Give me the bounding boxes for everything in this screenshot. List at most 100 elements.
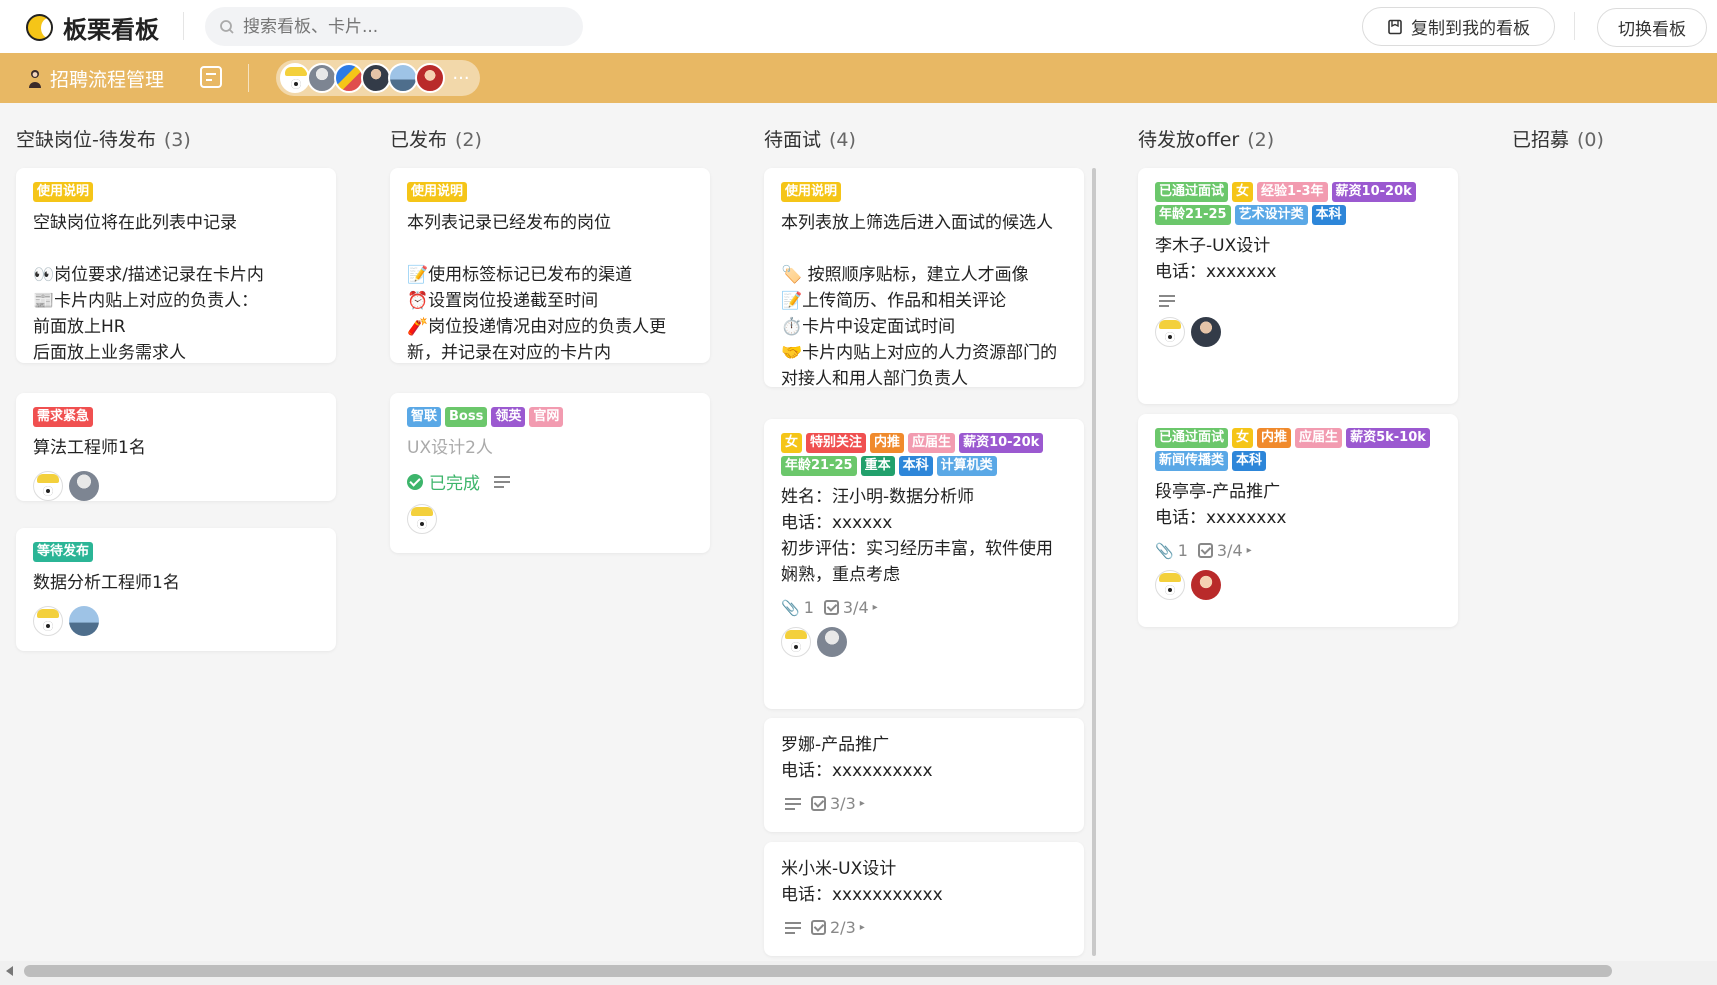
search-input[interactable]	[243, 16, 543, 37]
card[interactable]: 使用说明 空缺岗位将在此列表中记录 👀岗位要求/描述记录在卡片内 📰卡片内贴上对…	[16, 168, 336, 363]
description-icon	[494, 475, 510, 488]
assignee-avatar[interactable]	[817, 627, 847, 657]
card-badges: 📎 1 3/4 ▸	[1155, 541, 1441, 560]
description-icon	[1159, 295, 1175, 307]
paperclip-icon: 📎	[1155, 541, 1174, 560]
search-box[interactable]	[205, 7, 583, 46]
tag: 已通过面试	[1155, 428, 1229, 448]
attachment-badge[interactable]: 📎 1	[1155, 541, 1188, 560]
card[interactable]: 使用说明 本列表记录已经发布的岗位 📝使用标签标记已发布的渠道 ⏰设置岗位投递截…	[390, 168, 710, 363]
assignee-avatar[interactable]	[1155, 317, 1185, 347]
app-logo[interactable]: 板栗看板	[26, 10, 159, 45]
tag: 薪资10-20k	[959, 433, 1044, 453]
list-title: 待发放offer	[1138, 129, 1240, 151]
member-avatar[interactable]	[388, 63, 418, 93]
divider	[1574, 12, 1575, 40]
tag: 艺术设计类	[1234, 205, 1308, 225]
checklist-badge[interactable]: 3/3 ▸	[811, 794, 865, 813]
tag: 内推	[870, 433, 905, 453]
checklist-badge[interactable]: 3/4 ▸	[823, 598, 878, 617]
assignee-avatar[interactable]	[69, 471, 99, 501]
horizontal-scrollbar-thumb[interactable]	[24, 965, 1612, 977]
copy-button-label: 复制到我的看板	[1411, 19, 1530, 39]
caret-right-icon: ▸	[1246, 545, 1252, 556]
assignee-avatar[interactable]	[33, 471, 63, 501]
card[interactable]: 等待发布 数据分析工程师1名	[16, 528, 336, 651]
board-title[interactable]: 招聘流程管理	[28, 65, 164, 92]
divider	[183, 12, 184, 40]
check-circle-icon	[407, 473, 423, 490]
member-avatar[interactable]	[280, 63, 310, 93]
assignee-avatar[interactable]	[407, 504, 437, 534]
tag: 智联	[407, 407, 442, 427]
list-count: (3)	[163, 129, 191, 151]
assignee-avatar[interactable]	[1155, 570, 1185, 600]
card[interactable]: 罗娜-产品推广 电话：xxxxxxxxxx 3/3 ▸	[764, 718, 1084, 832]
card[interactable]: 已通过面试 女 经验1-3年 薪资10-20k 年龄21-25 艺术设计类 本科…	[1138, 168, 1458, 404]
app-name: 板栗看板	[63, 16, 159, 44]
checklist-icon	[811, 796, 826, 811]
card-badges	[1155, 295, 1441, 307]
card-text: UX设计2人	[407, 438, 493, 458]
card[interactable]: 使用说明 本列表放上筛选后进入面试的候选人 🏷️ 按照顺序贴标，建立人才画像 📝…	[764, 168, 1084, 389]
list-title: 已发布	[390, 129, 448, 151]
board-description-icon[interactable]	[200, 66, 222, 88]
board-members[interactable]: ···	[276, 60, 480, 96]
tag: 年龄21-25	[781, 456, 857, 476]
list-count: (0)	[1577, 129, 1604, 151]
assignee-avatar[interactable]	[1191, 317, 1221, 347]
card[interactable]: 需求紧急 算法工程师1名	[16, 393, 336, 501]
card-text: 算法工程师1名	[33, 438, 146, 458]
checklist-icon	[811, 920, 826, 935]
list-header[interactable]: 空缺岗位-待发布 (3)	[16, 125, 191, 152]
card-text: 本列表放上筛选后进入面试的候选人 🏷️ 按照顺序贴标，建立人才画像 📝上传简历、…	[781, 213, 1058, 389]
tag: 使用说明	[781, 182, 842, 202]
assignee-avatar[interactable]	[781, 627, 811, 657]
assignee-avatar[interactable]	[33, 606, 63, 636]
card[interactable]: 米小米-UX设计 电话：xxxxxxxxxxx 2/3 ▸	[764, 842, 1084, 956]
attachment-badge[interactable]: 📎 1	[781, 598, 814, 617]
list-header[interactable]: 待面试 (4)	[764, 125, 856, 152]
caret-right-icon: ▸	[859, 922, 865, 933]
list-header[interactable]: 已发布 (2)	[390, 125, 482, 152]
more-members-icon[interactable]: ···	[446, 63, 476, 93]
tag: 女	[1232, 428, 1254, 448]
list-title: 待面试	[764, 129, 822, 151]
assignee-avatar[interactable]	[1191, 570, 1221, 600]
list-scrollbar[interactable]	[1092, 168, 1096, 956]
status-label: 已完成	[429, 474, 480, 494]
checklist-badge[interactable]: 2/3 ▸	[811, 918, 865, 937]
checklist-badge[interactable]: 3/4 ▸	[1197, 541, 1252, 560]
tag: 已通过面试	[1155, 182, 1229, 202]
tag: 领英	[491, 407, 526, 427]
assignee-avatar[interactable]	[69, 606, 99, 636]
copy-board-icon	[1388, 19, 1402, 34]
card-text: 李木子-UX设计 电话：xxxxxxx	[1155, 236, 1277, 282]
card[interactable]: 女 特别关注 内推 应届生 薪资10-20k 年龄21-25 重本 本科 计算机…	[764, 419, 1084, 709]
tag: 薪资5k-10k	[1346, 428, 1430, 448]
description-icon	[785, 921, 801, 934]
tag: 应届生	[1295, 428, 1343, 448]
member-avatar[interactable]	[415, 63, 445, 93]
card[interactable]: 智联 Boss 领英 官网 UX设计2人 已完成	[390, 393, 710, 553]
list-count: (2)	[1247, 129, 1275, 151]
card[interactable]: 已通过面试 女 内推 应届生 薪资5k-10k 新闻传播类 本科 段亭亭-产品推…	[1138, 414, 1458, 627]
list-header[interactable]: 待发放offer (2)	[1138, 125, 1274, 152]
completed-status: 已完成	[407, 469, 693, 494]
tag: 官网	[529, 407, 564, 427]
tag: 等待发布	[33, 542, 94, 562]
tag: 重本	[860, 456, 895, 476]
member-avatar[interactable]	[334, 63, 364, 93]
checklist-icon	[823, 600, 839, 615]
member-avatar[interactable]	[361, 63, 391, 93]
member-avatar[interactable]	[307, 63, 337, 93]
tag: 女	[1232, 182, 1254, 202]
card-text: 本列表记录已经发布的岗位 📝使用标签标记已发布的渠道 ⏰设置岗位投递截至时间 🧨…	[407, 213, 667, 363]
scroll-left-arrow-icon[interactable]	[6, 966, 13, 976]
list-title: 已招募	[1512, 129, 1570, 151]
list-header[interactable]: 已招募 (0)	[1512, 125, 1604, 152]
tag: 特别关注	[806, 433, 867, 453]
switch-board-button[interactable]: 切换看板	[1597, 8, 1707, 47]
copy-to-my-board-button[interactable]: 复制到我的看板	[1362, 7, 1555, 46]
tag: 经验1-3年	[1257, 182, 1328, 202]
